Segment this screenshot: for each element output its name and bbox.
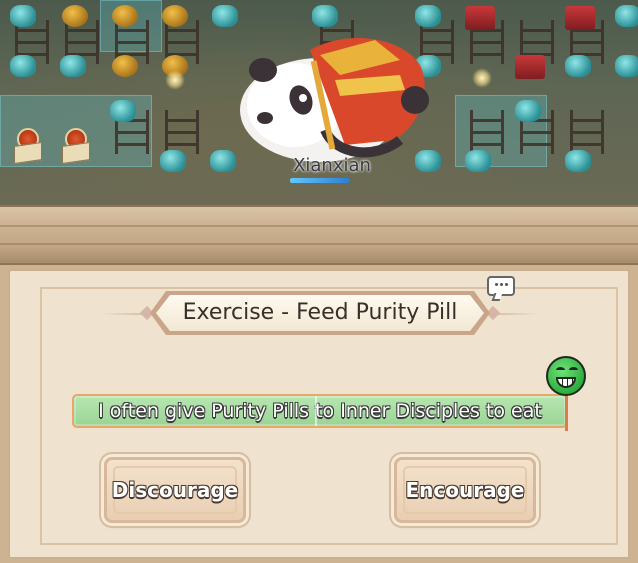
gold-item-icon [162, 5, 188, 27]
encourage-button-label: Encourage [405, 478, 525, 502]
teal-crystal-icon [615, 5, 638, 27]
teal-crystal-icon [565, 150, 591, 172]
sparkle-icon [165, 70, 185, 90]
teal-crystal-icon [465, 150, 491, 172]
dialog-title: Exercise - Feed Purity Pill [182, 300, 458, 325]
statement-text: I often give Purity Pills to Inner Disci… [98, 400, 542, 422]
shelf [165, 110, 199, 154]
teal-crystal-icon [10, 5, 36, 27]
teal-crystal-icon [312, 5, 338, 27]
gold-item-icon [62, 5, 88, 27]
teal-crystal-icon [110, 100, 136, 122]
banner-icon [62, 128, 90, 164]
grinning-face-icon [546, 356, 586, 396]
red-chest-icon [465, 6, 495, 30]
teal-crystal-icon [615, 55, 638, 77]
encourage-button[interactable]: Encourage [394, 457, 536, 523]
teal-crystal-icon [10, 55, 36, 77]
gold-item-icon [112, 55, 138, 77]
character-health-bar [290, 178, 350, 183]
chat-bubble-icon[interactable] [487, 276, 517, 301]
teal-crystal-icon [60, 55, 86, 77]
sparkle-icon [472, 68, 492, 88]
teal-crystal-icon [212, 5, 238, 27]
discourage-button-label: Discourage [111, 478, 239, 502]
shelf [470, 110, 504, 154]
game-scene: Xianxian [0, 0, 638, 205]
gold-item-icon [112, 5, 138, 27]
shelf [570, 110, 604, 154]
discourage-button[interactable]: Discourage [104, 457, 246, 523]
reaction-indicator-stem [565, 395, 568, 431]
wooden-beam-divider [0, 205, 638, 265]
dialog-title-banner: Exercise - Feed Purity Pill [100, 293, 540, 335]
teal-crystal-icon [160, 150, 186, 172]
red-chest-icon [515, 55, 545, 79]
banner-icon [14, 128, 42, 164]
character-name-label: Xianxian [293, 155, 371, 176]
panda-character [240, 38, 429, 162]
teal-crystal-icon [565, 55, 591, 77]
red-chest-icon [565, 6, 595, 30]
teal-crystal-icon [515, 100, 541, 122]
statement-bar: I often give Purity Pills to Inner Disci… [72, 394, 568, 428]
teal-crystal-icon [415, 5, 441, 27]
statement-marker [315, 396, 317, 426]
